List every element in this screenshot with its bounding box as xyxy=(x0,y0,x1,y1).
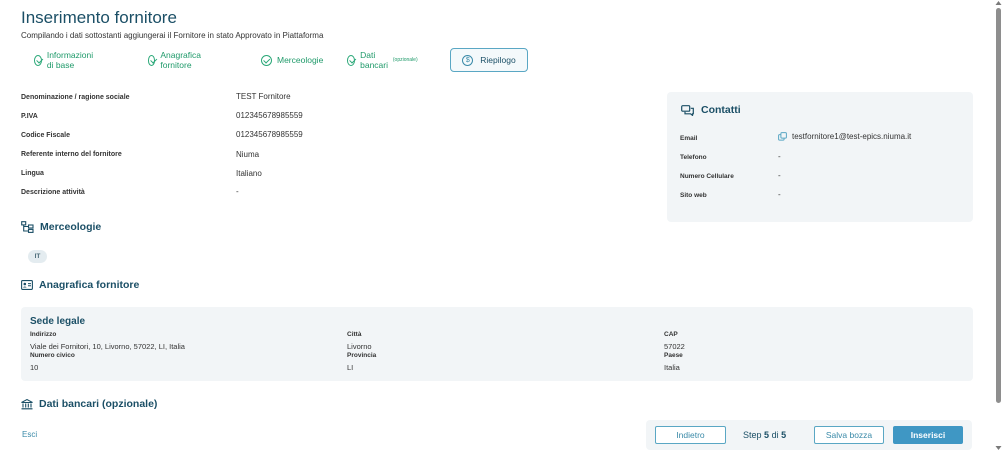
check-circle-icon xyxy=(148,54,156,66)
contatti-card: Contatti Email testfornitore1@test-epics… xyxy=(667,92,973,222)
field-label-descrizione: Descrizione attività xyxy=(21,189,85,196)
citta-label: Città xyxy=(347,331,362,338)
step-merceologie[interactable]: Merceologie xyxy=(261,48,323,72)
scroll-up-arrow-icon[interactable] xyxy=(995,0,1002,6)
step-anagrafica-fornitore[interactable]: Anagrafica fornitore xyxy=(148,48,205,72)
field-value-piva: 012345678985559 xyxy=(236,111,303,120)
contatti-label-sito-web: Sito web xyxy=(680,192,707,199)
page-subtitle: Compilando i dati sottostanti aggiungera… xyxy=(21,31,324,40)
vertical-scrollbar-thumb[interactable] xyxy=(996,8,1001,403)
step-label: Dati bancari xyxy=(360,50,388,70)
cap-value: 57022 xyxy=(664,342,685,351)
salva-bozza-button[interactable]: Salva bozza xyxy=(814,426,884,444)
field-value-descrizione: - xyxy=(236,187,239,196)
cap-label: CAP xyxy=(664,331,678,338)
field-label-lingua: Lingua xyxy=(21,170,44,177)
merceologia-chip: IT xyxy=(28,250,47,263)
dati-bancari-heading: Dati bancari (opzionale) xyxy=(21,398,157,410)
indirizzo-value: Viale dei Fornitori, 10, Livorno, 57022,… xyxy=(30,342,185,351)
provincia-value: LI xyxy=(347,363,354,372)
step-riepilogo[interactable]: $ Riepilogo xyxy=(450,48,528,72)
field-value-referente: Niuma xyxy=(236,150,260,159)
contatti-value-email: testfornitore1@test-epics.niuma.it xyxy=(778,132,911,141)
field-label-codice-fiscale: Codice Fiscale xyxy=(21,132,71,139)
chat-icon xyxy=(681,104,694,116)
provincia-label: Provincia xyxy=(347,352,377,359)
step-informazioni-di-base[interactable]: Informazioni di base xyxy=(34,48,96,72)
step-note: (opzionale) xyxy=(392,57,418,63)
id-card-icon xyxy=(21,280,33,290)
check-circle-icon xyxy=(34,54,42,66)
step-indicator: Step 5 di 5 xyxy=(743,430,787,440)
scroll-down-arrow-icon[interactable] xyxy=(995,445,1002,451)
copy-icon[interactable] xyxy=(778,132,787,141)
contatti-value-telefono: - xyxy=(778,152,781,161)
paese-label: Paese xyxy=(664,352,683,359)
check-circle-icon xyxy=(347,54,356,66)
page-title: Inserimento fornitore xyxy=(21,8,177,27)
contatti-label-cellulare: Numero Cellulare xyxy=(680,173,734,180)
field-value-lingua: Italiano xyxy=(236,169,262,178)
dollar-circle-icon: $ xyxy=(462,54,474,66)
field-label-denominazione: Denominazione / ragione sociale xyxy=(21,94,130,101)
indirizzo-label: Indirizzo xyxy=(30,331,57,338)
numero-civico-value: 10 xyxy=(30,363,39,372)
anagrafica-heading: Anagrafica fornitore xyxy=(21,279,139,291)
check-circle-icon xyxy=(261,54,272,66)
step-label: Anagrafica fornitore xyxy=(160,50,202,70)
field-label-referente: Referente interno del fornitore xyxy=(21,151,122,158)
step-label: Merceologie xyxy=(277,55,324,65)
numero-civico-label: Numero civico xyxy=(30,352,75,359)
indietro-button[interactable]: Indietro xyxy=(655,426,726,444)
inserisci-button[interactable]: Inserisci xyxy=(893,426,963,444)
field-label-piva: P.IVA xyxy=(21,113,38,120)
citta-value: Livorno xyxy=(347,342,372,351)
hierarchy-icon xyxy=(21,221,34,233)
contatti-value-sito-web: - xyxy=(778,190,781,199)
step-label: Riepilogo xyxy=(480,55,516,65)
contatti-label-telefono: Telefono xyxy=(680,154,707,161)
contatti-value-cellulare: - xyxy=(778,171,781,180)
merceologie-heading: Merceologie xyxy=(21,221,101,233)
step-dati-bancari[interactable]: Dati bancari (opzionale) xyxy=(347,48,418,72)
field-value-denominazione: TEST Fornitore xyxy=(236,92,291,101)
contatti-title: Contatti xyxy=(681,104,741,116)
bank-icon xyxy=(21,398,33,409)
paese-value: Italia xyxy=(664,363,680,372)
contatti-label-email: Email xyxy=(680,135,698,142)
sede-legale-title: Sede legale xyxy=(30,316,86,327)
esci-link[interactable]: Esci xyxy=(22,430,37,439)
sede-legale-card: Sede legale Indirizzo Viale dei Fornitor… xyxy=(21,307,973,381)
step-label: Informazioni di base xyxy=(46,50,94,70)
field-value-codice-fiscale: 012345678985559 xyxy=(236,130,303,139)
